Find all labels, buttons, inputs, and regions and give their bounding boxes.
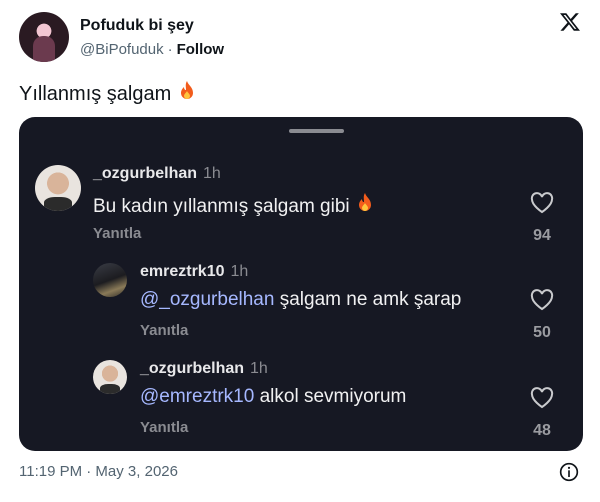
comment-time: 1h: [250, 360, 268, 377]
author-handle-row: @BiPofuduk · Follow: [80, 41, 224, 58]
comment-username: _ozgurbelhan 1h: [140, 360, 268, 378]
like-count: 50: [533, 324, 551, 341]
x-logo-icon[interactable]: [560, 12, 580, 32]
comment-time: 1h: [203, 165, 221, 182]
heart-icon[interactable]: [530, 387, 554, 409]
drag-handle: [289, 129, 344, 133]
separator-dot: ·: [167, 41, 173, 58]
comment-text: @emreztrk10 alkol sevmiyorum: [140, 386, 406, 408]
comment-avatar: [93, 263, 127, 297]
like-count: 48: [533, 422, 551, 439]
heart-icon[interactable]: [530, 289, 554, 311]
reply-button[interactable]: Yanıtla: [140, 322, 188, 339]
tweet-timestamp[interactable]: 11:19 PM · May 3, 2026: [19, 463, 178, 480]
heart-icon[interactable]: [530, 192, 554, 214]
info-icon[interactable]: [559, 462, 579, 482]
comment-avatar: [35, 165, 81, 211]
mention-link[interactable]: @_ozgurbelhan: [140, 289, 274, 310]
comment-text: @_ozgurbelhan şalgam ne amk şarap: [140, 289, 461, 311]
comment-text-content: şalgam ne amk şarap: [279, 289, 462, 310]
mention-link[interactable]: @emreztrk10: [140, 386, 254, 407]
comment-username: _ozgurbelhan 1h: [93, 165, 221, 183]
comment-time: 1h: [230, 263, 249, 280]
author-avatar[interactable]: [19, 12, 69, 62]
comment-username-text: _ozgurbelhan: [140, 360, 245, 377]
reply-button[interactable]: Yanıtla: [140, 419, 188, 436]
comment-username-text: _ozgurbelhan: [93, 165, 198, 182]
follow-button[interactable]: Follow: [177, 41, 225, 58]
comment-text: Bu kadın yıllanmış şalgam gibi: [93, 192, 375, 218]
like-count: 94: [533, 227, 551, 244]
tweet-text: Yıllanmış şalgam: [19, 80, 197, 106]
reply-button[interactable]: Yanıtla: [93, 225, 141, 242]
fire-emoji: [180, 81, 193, 99]
comment-text-content: alkol sevmiyorum: [259, 386, 407, 407]
author-name[interactable]: Pofuduk bi şey: [80, 17, 194, 35]
comment-text-content: Bu kadın yıllanmış şalgam gibi: [93, 196, 350, 217]
tweet-text-content: Yıllanmış şalgam: [19, 83, 172, 105]
comment-username-text: emreztrk10: [140, 263, 225, 280]
comment-avatar: [93, 360, 127, 394]
comment-username: emreztrk10 1h: [140, 263, 248, 281]
fire-emoji: [358, 193, 371, 211]
comments-screenshot[interactable]: _ozgurbelhan 1h Bu kadın yıllanmış şalgam…: [19, 117, 583, 451]
author-handle[interactable]: @BiPofuduk: [80, 41, 164, 58]
